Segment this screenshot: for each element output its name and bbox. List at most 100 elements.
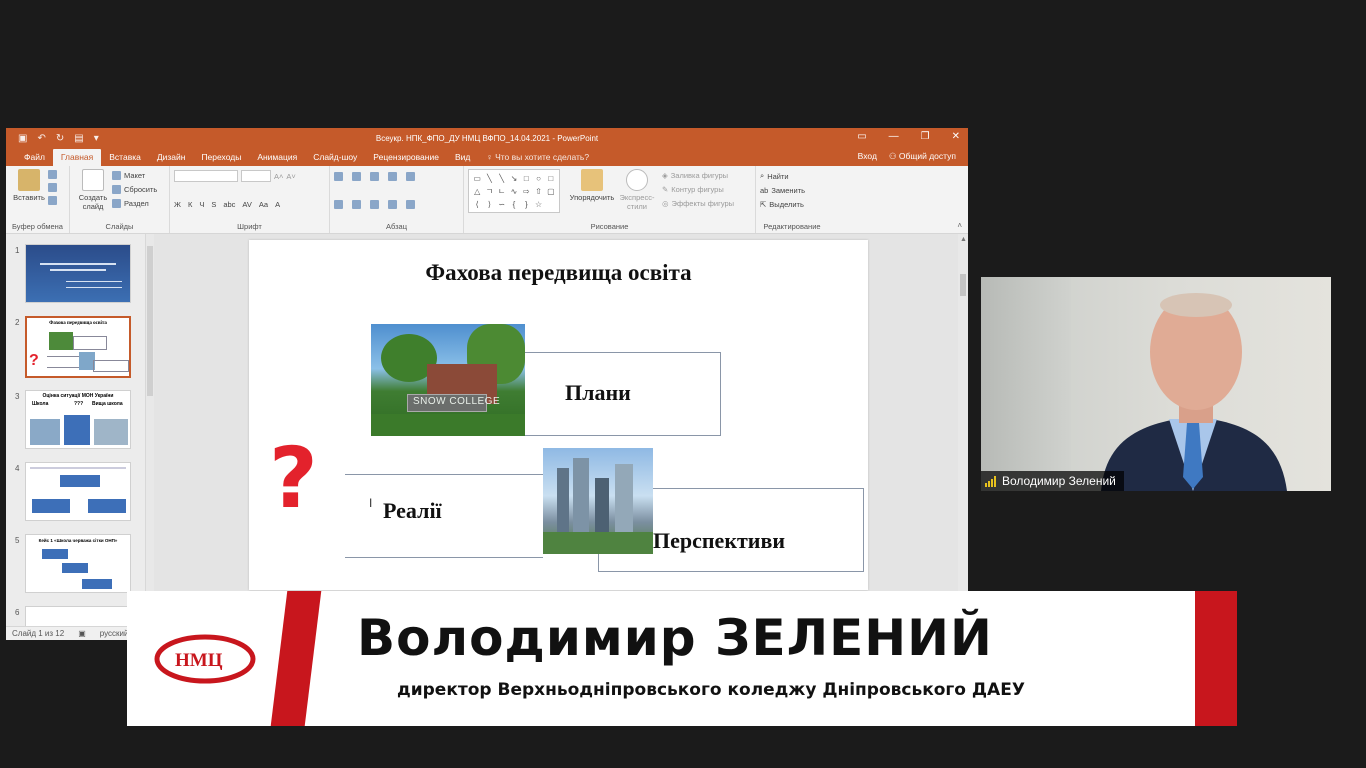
slide-thumbnail-1[interactable]: [25, 244, 131, 303]
prospects-text[interactable]: Перспективи: [653, 528, 785, 554]
curve-shape-icon[interactable]: ∿: [508, 185, 520, 198]
bullets-icon[interactable]: [334, 171, 343, 181]
tell-me-box[interactable]: ♀ Что вы хотите сделать?: [478, 152, 597, 166]
change-case-button[interactable]: Aa: [259, 200, 268, 209]
tab-file[interactable]: Файл: [16, 152, 53, 166]
bracket-shape-icon[interactable]: ⟨: [471, 198, 483, 211]
language-indicator[interactable]: русский: [100, 629, 129, 638]
thumbnail-scrollbar[interactable]: [145, 234, 154, 626]
decrease-indent-icon[interactable]: [370, 171, 379, 181]
slide-thumbnail-2[interactable]: Фахова передвища освіта ?: [25, 316, 131, 378]
arrow-shape-icon[interactable]: ↘: [508, 172, 520, 185]
brace-shape-icon[interactable]: {: [508, 198, 520, 211]
minimize-icon[interactable]: —: [889, 131, 899, 142]
align-left-icon[interactable]: [334, 199, 343, 209]
tab-insert[interactable]: Вставка: [101, 152, 149, 166]
reality-text[interactable]: Реалії: [383, 498, 442, 524]
section-button[interactable]: Раздел: [112, 196, 157, 210]
connector-shape-icon[interactable]: ㄴ: [496, 185, 508, 198]
increase-indent-icon[interactable]: [388, 171, 397, 181]
close-icon[interactable]: ✕: [952, 131, 960, 142]
line-spacing-icon[interactable]: [406, 171, 415, 181]
slide-thumbnail-5[interactable]: Кейс 1 «Школа черважа сітки ОНП»: [25, 534, 131, 593]
share-button[interactable]: ⚇ Общий доступ: [889, 151, 956, 162]
select-button[interactable]: ⇱ Выделить: [760, 197, 824, 211]
spellcheck-icon[interactable]: ▣: [78, 629, 86, 638]
slide-thumbnail-4[interactable]: [25, 462, 131, 521]
columns-icon[interactable]: [406, 199, 415, 209]
slide-scrollbar-thumb[interactable]: [960, 274, 966, 296]
slide-scrollbar[interactable]: ▲ ▼ ⇊: [958, 234, 968, 626]
shrink-font-icon[interactable]: A˅: [286, 172, 295, 181]
paste-button[interactable]: Вставить: [10, 169, 48, 202]
triangle-shape-icon[interactable]: △: [471, 185, 483, 198]
tab-view[interactable]: Вид: [447, 152, 478, 166]
shape-effects-button[interactable]: ◎ Эффекты фигуры: [662, 196, 734, 210]
connector-shape-icon[interactable]: ㄱ: [483, 185, 495, 198]
shapes-gallery[interactable]: ▭ ╲ ╲ ↘ □ ○ □ △ ㄱㄴ ∿ ⇨ ⇧ ▢ ⟨ ⟩ ∽{} ☆: [468, 169, 560, 213]
numbering-icon[interactable]: [352, 171, 361, 181]
right-arrow-shape-icon[interactable]: ⇨: [520, 185, 532, 198]
tab-animations[interactable]: Анимация: [249, 152, 305, 166]
strikethrough-button[interactable]: abc: [223, 200, 235, 209]
tab-design[interactable]: Дизайн: [149, 152, 194, 166]
char-spacing-button[interactable]: AV: [242, 200, 251, 209]
arrange-button[interactable]: Упорядочить: [566, 169, 618, 202]
new-slide-label-1: Создать: [78, 193, 108, 202]
slide-title[interactable]: Фахова передвища освіта: [249, 260, 868, 286]
ribbon-display-icon[interactable]: ▭: [857, 131, 866, 142]
callout-shape-icon[interactable]: ▢: [545, 185, 557, 198]
font-name-combo[interactable]: [174, 170, 238, 182]
curve-shape-icon[interactable]: ∽: [496, 198, 508, 211]
reality-box[interactable]: [345, 474, 543, 558]
rectangle-shape-icon[interactable]: □: [545, 172, 557, 185]
format-painter-icon[interactable]: [48, 196, 57, 205]
college-photo[interactable]: SNOW COLLEGE: [371, 324, 525, 436]
underline-button[interactable]: Ч: [199, 200, 204, 209]
participant-video-tile[interactable]: Володимир Зелений: [981, 277, 1331, 491]
line-shape-icon[interactable]: ╲: [496, 172, 508, 185]
oval-shape-icon[interactable]: ○: [532, 172, 544, 185]
shape-fill-button[interactable]: ◈ Заливка фигуры: [662, 168, 734, 182]
city-photo[interactable]: [543, 448, 653, 554]
new-slide-button[interactable]: Создать слайд: [74, 169, 112, 211]
grow-font-icon[interactable]: A˄: [274, 172, 283, 181]
align-center-icon[interactable]: [352, 199, 361, 209]
title-bar: ▣ ↶ ↻ ▤ ▾ Всеукр. НПК_ФПО_ДУ НМЦ ВФПО_14…: [6, 128, 968, 149]
bracket-shape-icon[interactable]: ⟩: [483, 198, 495, 211]
collapse-ribbon-icon[interactable]: ˄: [957, 221, 962, 230]
copy-icon[interactable]: [48, 183, 57, 192]
layout-button[interactable]: Макет: [112, 168, 157, 182]
star-shape-icon[interactable]: ☆: [532, 198, 544, 211]
tab-review[interactable]: Рецензирование: [365, 152, 447, 166]
bold-button[interactable]: Ж: [174, 200, 181, 209]
tab-transitions[interactable]: Переходы: [193, 152, 249, 166]
replace-button[interactable]: ab Заменить: [760, 183, 824, 197]
tab-slideshow[interactable]: Слайд-шоу: [305, 152, 365, 166]
reset-button[interactable]: Сбросить: [112, 182, 157, 196]
shadow-button[interactable]: S: [211, 200, 216, 209]
italic-button[interactable]: К: [188, 200, 192, 209]
shape-outline-button[interactable]: ✎ Контур фигуры: [662, 182, 734, 196]
align-right-icon[interactable]: [370, 199, 379, 209]
find-button[interactable]: ⌕ Найти: [760, 169, 824, 183]
font-color-button[interactable]: A: [275, 200, 280, 209]
slide-thumbnail-3[interactable]: Оцінка ситуації МОН України Школа ??? Ви…: [25, 390, 131, 449]
scrollbar-thumb[interactable]: [147, 246, 153, 396]
rectangle-shape-icon[interactable]: ▭: [471, 172, 483, 185]
brace-shape-icon[interactable]: }: [520, 198, 532, 211]
line-shape-icon[interactable]: ╲: [483, 172, 495, 185]
scroll-up-icon[interactable]: ▲: [960, 236, 967, 243]
plans-text[interactable]: Плани: [565, 380, 631, 406]
tab-home[interactable]: Главная: [52, 149, 102, 166]
restore-icon[interactable]: ❐: [921, 131, 930, 142]
slide-canvas[interactable]: Фахова передвища освіта Плани SNOW COLLE…: [249, 240, 868, 590]
font-size-combo[interactable]: [241, 170, 271, 182]
question-mark[interactable]: ?: [269, 436, 318, 520]
rectangle-shape-icon[interactable]: □: [520, 172, 532, 185]
sign-in-link[interactable]: Вход: [858, 151, 877, 162]
justify-icon[interactable]: [388, 199, 397, 209]
cut-icon[interactable]: [48, 170, 57, 179]
up-arrow-shape-icon[interactable]: ⇧: [532, 185, 544, 198]
quick-styles-button[interactable]: Экспресс- стили: [614, 169, 660, 211]
